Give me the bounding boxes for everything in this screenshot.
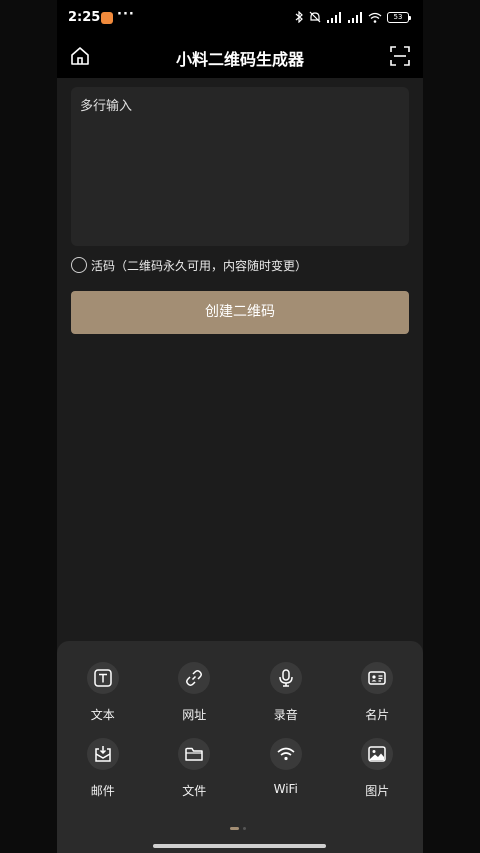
- live-code-label: 活码（二维码永久可用，内容随时变更）: [91, 258, 308, 273]
- tool-text[interactable]: 文本: [57, 662, 149, 722]
- more-notifications-icon: ···: [117, 7, 135, 22]
- notification-app-icon: [101, 12, 113, 24]
- tool-wifi[interactable]: WiFi: [240, 738, 332, 797]
- live-code-radio[interactable]: [71, 257, 87, 273]
- tool-icon-background: [269, 662, 302, 694]
- tool-icon-background: [86, 738, 119, 770]
- gesture-home-bar[interactable]: [153, 844, 326, 848]
- tool-image[interactable]: 图片: [332, 738, 424, 798]
- tool-icon-background: [178, 738, 211, 770]
- wifi-icon: [277, 747, 295, 761]
- folder-icon: [185, 747, 203, 761]
- tool-link[interactable]: 网址: [149, 662, 241, 722]
- right-backdrop: [423, 0, 480, 853]
- tool-panel: 文本 网址 录音 名片 邮件 文件 WiFi 图片: [57, 641, 423, 853]
- mail-icon: [95, 746, 111, 762]
- tool-mail[interactable]: 邮件: [57, 738, 149, 798]
- signal-2-icon: [348, 11, 362, 23]
- business-card-icon: [368, 671, 386, 685]
- signal-1-icon: [327, 11, 341, 23]
- link-icon: [186, 670, 203, 686]
- tool-icon-background: [361, 738, 394, 770]
- multiline-input[interactable]: [80, 95, 400, 238]
- tool-recording[interactable]: 录音: [240, 662, 332, 722]
- tool-label: 文件: [182, 784, 207, 798]
- battery-icon: 53: [387, 11, 411, 23]
- tool-label: WiFi: [273, 782, 298, 796]
- tool-icon-background: [361, 662, 394, 694]
- tool-label: 图片: [365, 784, 390, 798]
- tool-label: 邮件: [90, 784, 115, 798]
- tool-grid: 文本 网址 录音 名片 邮件 文件 WiFi 图片: [57, 662, 424, 798]
- tool-label: 录音: [273, 708, 298, 722]
- status-bar: 2:25 ··· 53: [57, 0, 423, 36]
- mute-icon: [309, 11, 321, 23]
- status-time: 2:25: [68, 10, 101, 25]
- scan-icon: [390, 46, 410, 66]
- left-backdrop: [0, 0, 57, 853]
- bluetooth-icon: [295, 11, 303, 23]
- page-indicator-active: [230, 827, 239, 830]
- tool-icon-background: [178, 662, 211, 694]
- create-qrcode-button[interactable]: 创建二维码: [71, 291, 409, 334]
- live-code-option[interactable]: 活码（二维码永久可用，内容随时变更）: [71, 256, 307, 274]
- scan-button[interactable]: [389, 45, 411, 67]
- page-title: 小料二维码生成器: [175, 50, 304, 69]
- microphone-icon: [279, 669, 293, 687]
- tool-label: 名片: [365, 708, 390, 722]
- tool-file[interactable]: 文件: [149, 738, 241, 798]
- tool-label: 文本: [90, 708, 115, 722]
- tool-icon-background: [269, 738, 302, 770]
- page-indicator: [230, 827, 246, 830]
- page-indicator-inactive: [243, 827, 246, 830]
- app-header: 小料二维码生成器: [57, 36, 423, 78]
- tool-business-card[interactable]: 名片: [332, 662, 424, 722]
- tool-icon-background: [86, 662, 119, 694]
- phone-screen: 2:25 ··· 53 小料二维码生成器 活码（二维码永久可用，内容随时变更） …: [57, 0, 423, 853]
- image-icon: [368, 746, 386, 762]
- tool-label: 网址: [182, 708, 207, 722]
- text-icon: [94, 669, 112, 687]
- multiline-input-box: [71, 87, 409, 246]
- status-icons: 53: [295, 11, 411, 23]
- wifi-status-icon: [368, 12, 382, 23]
